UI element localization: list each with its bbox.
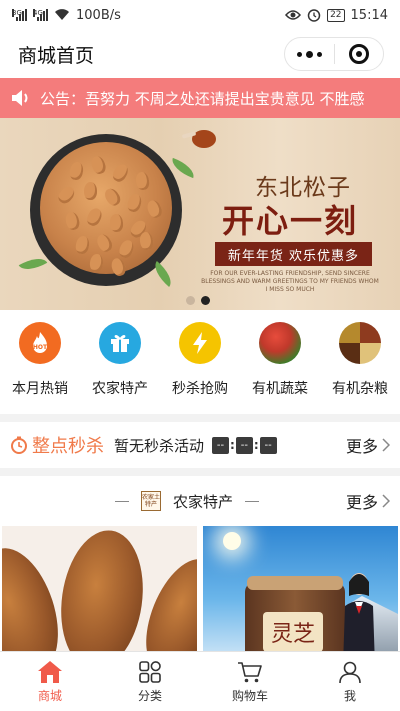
stopwatch-icon — [11, 436, 27, 454]
pine-nut — [84, 206, 105, 228]
eye-icon — [285, 10, 302, 20]
flash-sale-countdown: -- : -- : -- — [212, 436, 277, 454]
farm-specialties-section-header: 农家土特产 农家特产 更多 — [0, 476, 400, 526]
hot-icon: HOT — [19, 322, 61, 364]
category-grid: HOT 本月热销 农家特产 秒杀抢购 有机蔬菜 有机杂粮 — [0, 310, 400, 414]
category-flash-sale[interactable]: 秒杀抢购 — [162, 322, 238, 414]
category-organic-grains[interactable]: 有机杂粮 — [322, 322, 398, 414]
pine-nut — [74, 235, 91, 255]
status-bar: 3G 4G 100B/s 22 15:14 — [0, 0, 400, 30]
tab-label: 我 — [343, 688, 356, 703]
product-card-silkworm-pupa[interactable] — [2, 526, 197, 659]
svg-text:HOT: HOT — [33, 344, 48, 351]
section-more-link[interactable]: 更多 — [346, 489, 390, 513]
product-card-ganoderma-jar[interactable]: 灵芝 — [203, 526, 398, 659]
pager-dot[interactable] — [186, 296, 195, 305]
alarm-icon — [307, 9, 321, 22]
page: 3G 4G 100B/s 22 15:14 商城首页 公告：吾努力 不周之处还请… — [0, 0, 400, 711]
category-label: 有机蔬菜 — [252, 381, 308, 397]
category-label: 秒杀抢购 — [172, 381, 228, 397]
category-label: 有机杂粮 — [332, 381, 388, 397]
pine-nut — [68, 161, 85, 181]
pine-nut — [110, 161, 131, 185]
network-speed: 100B/s — [76, 7, 121, 23]
title-bar: 商城首页 — [0, 30, 400, 78]
battery-icon: 22 — [327, 8, 345, 22]
target-circle-icon — [348, 44, 369, 64]
more-menu-button[interactable] — [285, 38, 334, 70]
cart-icon — [238, 661, 262, 682]
page-title: 商城首页 — [18, 44, 95, 67]
notice-text: 公告：吾努力 不周之处还请提出宝贵意见 不胜感 — [40, 89, 365, 108]
user-icon — [339, 661, 361, 683]
category-label: 农家特产 — [92, 381, 148, 397]
pine-nut — [55, 183, 78, 207]
gift-icon — [99, 322, 141, 364]
tab-label: 分类 — [137, 688, 162, 703]
signal-3g-icon: 3G — [12, 9, 27, 21]
clock: 15:14 — [350, 7, 388, 23]
ganoderma-jar-image: 灵芝 — [263, 612, 323, 652]
more-label: 更多 — [345, 437, 378, 456]
notice-bar[interactable]: 公告：吾努力 不周之处还请提出宝贵意见 不胜感 — [0, 78, 400, 118]
pine-nut — [109, 213, 124, 233]
vegetables-icon — [259, 322, 301, 364]
pine-nut — [89, 154, 108, 176]
pine-nut — [117, 238, 136, 260]
flash-sale-bar: 整点秒杀 暂无秒杀活动 -- : -- : -- 更多 — [0, 422, 400, 468]
tab-label: 购物车 — [231, 688, 268, 703]
flash-sale-status: 暂无秒杀活动 — [114, 436, 205, 455]
countdown-hours: -- — [212, 436, 230, 454]
home-icon — [38, 660, 62, 683]
speaker-icon — [12, 90, 28, 106]
pine-nut — [125, 192, 144, 214]
promo-banner[interactable]: 东北松子 开心一刻 新年年货 欢乐优惠多 FOR OUR EVER-LASTIN… — [0, 118, 400, 310]
banner-title: 开心一刻 — [222, 202, 359, 240]
mini-program-capsule — [284, 37, 384, 71]
grains-icon — [339, 322, 381, 364]
countdown-minutes: -- — [235, 436, 253, 454]
tab-categories[interactable]: 分类 — [100, 652, 200, 711]
flash-sale-more-link[interactable]: 更多 — [346, 433, 390, 457]
pine-nut — [144, 198, 165, 220]
product-list: 灵芝 — [0, 526, 400, 659]
banner-fine-print: FOR OUR EVER-LASTING FRIENDSHIP, SEND SI… — [201, 270, 379, 293]
category-organic-vegetables[interactable]: 有机蔬菜 — [242, 322, 318, 414]
pine-nut — [63, 210, 82, 232]
presenter-image — [343, 573, 375, 659]
pine-nut — [89, 253, 104, 273]
tab-label: 商城 — [37, 688, 62, 703]
tab-me[interactable]: 我 — [300, 652, 400, 711]
pine-nut — [134, 171, 151, 191]
section-title: 农家特产 — [173, 492, 234, 511]
farm-specialty-logo: 农家土特产 — [141, 491, 161, 511]
flash-sale-title: 整点秒杀 — [32, 436, 104, 457]
countdown-seconds: -- — [259, 436, 277, 454]
pager-dot-active[interactable] — [201, 296, 210, 305]
bottom-tab-bar: 商城 分类 购物车 我 — [0, 651, 400, 711]
more-dots-icon — [296, 50, 322, 58]
tab-cart[interactable]: 购物车 — [200, 652, 300, 711]
chevron-right-icon — [382, 494, 390, 508]
category-label: 本月热销 — [12, 381, 68, 397]
tab-mall[interactable]: 商城 — [0, 652, 100, 711]
pine-nut — [102, 185, 123, 209]
close-mini-program-button[interactable] — [335, 38, 384, 70]
signal-4g-icon: 4G — [33, 9, 48, 21]
wifi-icon — [55, 9, 69, 20]
banner-pager — [186, 296, 210, 305]
banner-slogan: 新年年货 欢乐优惠多 — [215, 242, 372, 266]
category-hot-sales[interactable]: HOT 本月热销 — [2, 322, 78, 414]
pine-nut — [84, 182, 97, 200]
chevron-right-icon — [382, 438, 390, 452]
more-label: 更多 — [345, 493, 378, 512]
drumstick-image — [182, 130, 216, 148]
lightning-icon — [179, 322, 221, 364]
grid-icon — [139, 660, 161, 683]
pine-nut — [94, 231, 115, 255]
category-farm-specialties[interactable]: 农家特产 — [82, 322, 158, 414]
pine-nut — [138, 231, 155, 251]
